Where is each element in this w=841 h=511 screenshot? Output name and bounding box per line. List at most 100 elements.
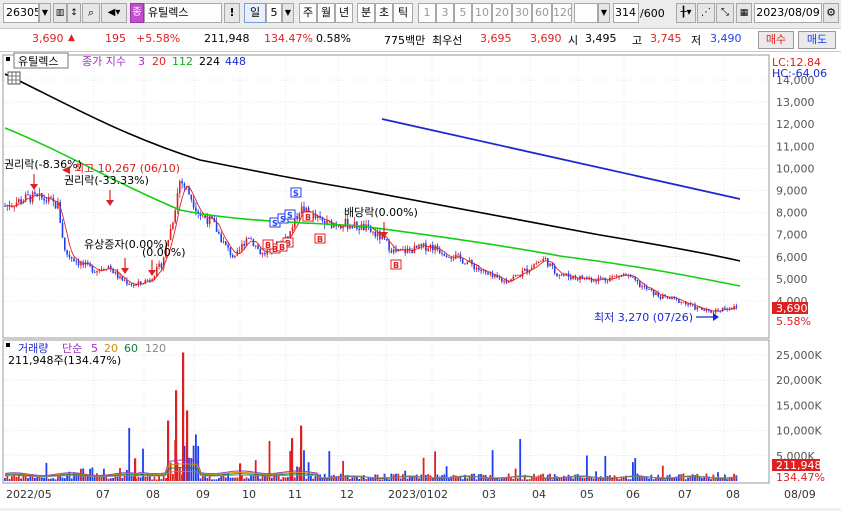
minute-10-button[interactable]: 10: [472, 3, 492, 23]
volume-bar: [204, 476, 206, 481]
candle-body: [75, 261, 78, 263]
volume-bar: [142, 448, 144, 481]
volume-bar: [229, 477, 232, 481]
volume-bar: [289, 450, 292, 481]
volume-bar: [201, 475, 204, 481]
candle-body: [291, 227, 294, 232]
candle-body: [73, 258, 75, 262]
candle-body: [234, 255, 236, 258]
volume-bar: [385, 478, 388, 481]
indicator-icon[interactable]: ⋰: [697, 3, 715, 23]
candle-body: [606, 280, 609, 282]
candle-body: [639, 281, 641, 288]
candle-body: [466, 262, 469, 265]
candle-body: [659, 296, 662, 299]
minute-20-button[interactable]: 20: [492, 3, 512, 23]
period-daily-tab[interactable]: 일: [244, 3, 266, 23]
buy-button[interactable]: 매수: [758, 31, 794, 49]
gear-icon[interactable]: ⚙: [823, 3, 839, 23]
volume-bar: [326, 478, 328, 481]
volume-bar: [224, 477, 227, 481]
volume-bar: [351, 477, 354, 481]
volume-bar: [671, 478, 673, 481]
candle-body: [156, 266, 158, 276]
candle-body: [648, 289, 650, 290]
volume-bar: [629, 479, 632, 481]
candle-body: [300, 206, 303, 214]
volume-bar: [63, 478, 66, 481]
volume-bar: [735, 475, 738, 481]
candle-body: [386, 239, 388, 241]
sell-button[interactable]: 매도: [798, 31, 836, 49]
candle-body: [18, 199, 20, 203]
candle-body: [149, 280, 151, 281]
minute-1-button[interactable]: 1: [418, 3, 436, 23]
stock-name-field[interactable]: 유틸렉스: [144, 3, 222, 23]
minute-60-button[interactable]: 60: [532, 3, 552, 23]
candle-body: [703, 309, 705, 311]
calendar-icon[interactable]: ▦: [736, 3, 752, 23]
minute-5-button[interactable]: 5: [454, 3, 472, 23]
volume-bar: [632, 462, 634, 481]
custom-period-field[interactable]: [574, 3, 598, 23]
period-value-field[interactable]: 5: [266, 3, 282, 23]
alert-icon[interactable]: !: [224, 3, 240, 23]
volume-bar: [195, 434, 197, 481]
candle-body: [351, 226, 354, 228]
candle-body: [169, 228, 172, 240]
candle-body: [533, 264, 535, 268]
x-tick-label: 07: [678, 488, 692, 501]
period-tick-tab[interactable]: 틱: [393, 3, 413, 23]
candle-body: [202, 215, 204, 217]
volume-bar: [452, 474, 455, 481]
candle-body: [420, 244, 423, 247]
period-minute-tab[interactable]: 분: [357, 3, 375, 23]
chart-area[interactable]: BBBBBBBSSSS 14,000 13,000 12,000 11,000 10,0…: [0, 52, 841, 508]
speaker-icon[interactable]: ◀▾: [101, 3, 127, 23]
volume-bar: [353, 476, 356, 481]
volume-bar: [146, 476, 149, 481]
stock-code-input[interactable]: 263050: [3, 3, 39, 23]
period-week-tab[interactable]: 주: [299, 3, 317, 23]
search-icon[interactable]: ⌕: [82, 3, 100, 23]
candle-body: [45, 200, 48, 202]
price-tick-label: 6,000: [776, 251, 808, 264]
date-field[interactable]: 2023/08/09: [754, 3, 822, 23]
volume-bar: [592, 478, 595, 481]
table-icon[interactable]: [7, 71, 21, 85]
period-second-tab[interactable]: 초: [375, 3, 393, 23]
code-list-icon[interactable]: ▥: [53, 3, 67, 23]
x-tick-label: 07: [96, 488, 110, 501]
period-month-tab[interactable]: 월: [317, 3, 335, 23]
period-year-tab[interactable]: 년: [335, 3, 353, 23]
candle-body: [560, 274, 563, 276]
code-history-icon[interactable]: ↕: [67, 3, 81, 23]
minute-3-button[interactable]: 3: [436, 3, 454, 23]
period-dropdown-icon[interactable]: ▼: [282, 3, 294, 23]
candle-body: [724, 307, 726, 309]
minute-30-button[interactable]: 30: [512, 3, 532, 23]
candle-body: [358, 228, 360, 230]
volume-bar: [498, 479, 501, 481]
hc-label: HC:-64.06: [772, 67, 827, 80]
code-dropdown-icon[interactable]: ▼: [39, 3, 51, 23]
custom-period-dropdown-icon[interactable]: ▼: [598, 3, 610, 23]
candle-type-icon[interactable]: ╂▾: [676, 3, 696, 23]
volume-bar: [314, 476, 317, 481]
volume-bar: [130, 476, 133, 481]
minute-120-button[interactable]: 120: [552, 3, 572, 23]
buy-signal-letter: B: [265, 241, 271, 250]
volume-bar: [199, 478, 202, 481]
display-count-field[interactable]: 314: [613, 3, 639, 23]
volume-bar: [121, 477, 124, 481]
compare-icon[interactable]: ⤡: [716, 3, 734, 23]
candle-body: [367, 224, 370, 227]
candle-body: [179, 180, 181, 194]
volume-bar: [701, 478, 703, 481]
volume-bar: [583, 477, 586, 481]
price-y-axis: 14,00013,00012,00011,00010,0009,0008,000…: [776, 74, 815, 308]
volume-bar: [406, 478, 409, 481]
volume-bar: [149, 476, 151, 481]
price-panel[interactable]: [2, 54, 770, 339]
annotation-rights-offer-2: (0.00%): [142, 246, 186, 259]
